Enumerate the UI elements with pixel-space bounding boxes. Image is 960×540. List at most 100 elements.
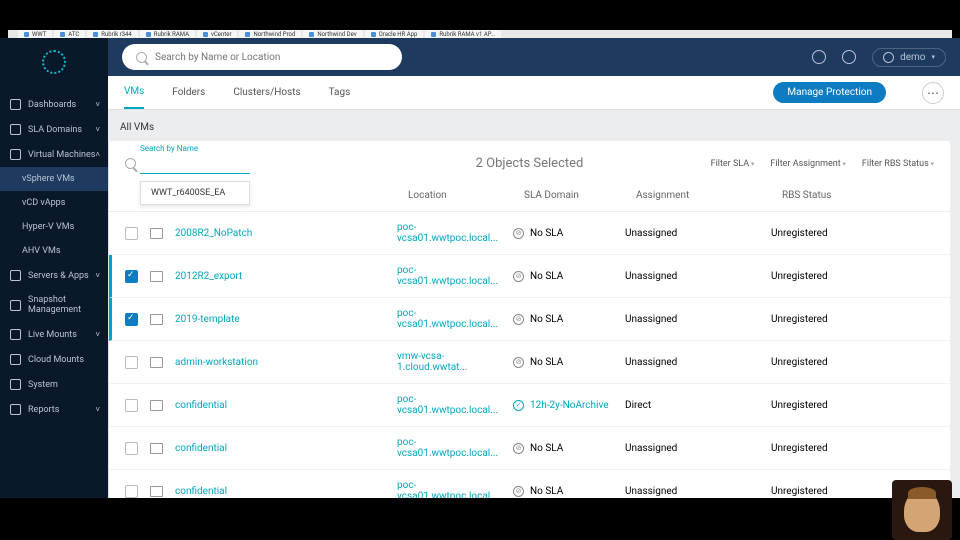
sla-status-icon: ⊘ — [513, 314, 524, 325]
nav-icon — [10, 404, 21, 415]
row-checkbox[interactable] — [125, 313, 138, 326]
row-checkbox[interactable] — [125, 227, 138, 240]
search-icon — [125, 158, 136, 169]
nav-sub-vcd-vapps[interactable]: vCD vApps — [0, 191, 108, 215]
nav-icon — [10, 270, 21, 281]
row-checkbox[interactable] — [125, 399, 138, 412]
location-link[interactable]: poc-vcsa01.wwtpoc.local... — [397, 394, 498, 416]
filter-filter-sla[interactable]: Filter SLA — [711, 159, 755, 169]
autocomplete-item[interactable]: WWT_r6400SE_EA — [140, 181, 250, 205]
row-checkbox[interactable] — [125, 442, 138, 455]
tab-folders[interactable]: Folders — [172, 77, 205, 108]
nav-icon — [10, 124, 21, 135]
sla-value[interactable]: 12h-2y-NoArchive — [530, 400, 609, 411]
vm-icon — [150, 271, 163, 282]
more-button[interactable]: ⋯ — [922, 82, 944, 104]
nav-sla-domains[interactable]: SLA Domains˅ — [0, 117, 108, 142]
user-menu[interactable]: demo ▾ — [872, 48, 946, 67]
tab-tags[interactable]: Tags — [329, 77, 351, 108]
chevron-down-icon: ˅ — [95, 405, 100, 414]
table-row: 2012R2_export poc-vcsa01.wwtpoc.local... ⊘… — [109, 255, 950, 298]
location-link[interactable]: poc-vcsa01.wwtpoc.local... — [397, 222, 498, 244]
col-sla: SLA Domain — [524, 190, 636, 203]
logo-icon — [42, 50, 66, 74]
rbs-value: Unregistered — [771, 228, 934, 239]
rbs-value: Unregistered — [771, 271, 934, 282]
nav-sub-hyper-v-vms[interactable]: Hyper-V VMs — [0, 215, 108, 239]
chevron-down-icon: ˅ — [95, 125, 100, 134]
sla-status-icon: ⊘ — [513, 443, 524, 454]
main: demo ▾ VMs Folders Clusters/Hosts Tags Manag… — [108, 38, 960, 498]
location-link[interactable]: poc-vcsa01.wwtpoc.local... — [397, 265, 498, 287]
name-search-input[interactable] — [140, 158, 250, 174]
vm-icon — [150, 400, 163, 411]
nav-virtual-machines[interactable]: Virtual Machines˄ — [0, 142, 108, 167]
chevron-down-icon: ˅ — [95, 330, 100, 339]
table-row: 2019-template poc-vcsa01.wwtpoc.local... ⊘… — [109, 298, 950, 341]
filter-filter-rbs-status[interactable]: Filter RBS Status — [862, 159, 934, 169]
tab-clustershosts[interactable]: Clusters/Hosts — [233, 77, 300, 108]
nav-live-mounts[interactable]: Live Mounts˅ — [0, 322, 108, 347]
table-row: confidential poc-vcsa01.wwtpoc.local... ⊘ N… — [109, 470, 950, 498]
location-link[interactable]: poc-vcsa01.wwtpoc.local... — [397, 480, 498, 498]
vm-icon — [150, 357, 163, 368]
vm-icon — [150, 486, 163, 497]
vm-name-link[interactable]: 2012R2_export — [175, 271, 242, 282]
filter-filter-assignment[interactable]: Filter Assignment — [770, 159, 846, 169]
tab-vms[interactable]: VMs — [124, 76, 144, 109]
assignment-value: Unassigned — [625, 228, 771, 239]
section-title: All VMs — [108, 120, 950, 141]
gear-icon[interactable] — [842, 50, 856, 64]
nav-sub-vsphere-vms[interactable]: vSphere VMs — [0, 167, 108, 191]
sla-status-icon: ⊘ — [513, 271, 524, 282]
assignment-value: Unassigned — [625, 271, 771, 282]
assignment-value: Unassigned — [625, 486, 771, 497]
global-search[interactable] — [122, 44, 402, 70]
filters: Filter SLA Filter Assignment Filter RBS St… — [711, 159, 934, 169]
chevron-down-icon: ˅ — [95, 271, 100, 280]
vm-name-link[interactable]: confidential — [175, 486, 227, 497]
webcam-overlay — [892, 480, 952, 540]
col-location: Location — [408, 190, 524, 203]
assignment-value: Unassigned — [625, 314, 771, 325]
table-row: admin-workstation vmw-vcsa-1.cloud.wwtat.… — [109, 341, 950, 384]
row-checkbox[interactable] — [125, 485, 138, 498]
vm-name-link[interactable]: confidential — [175, 400, 227, 411]
tabs-row: VMs Folders Clusters/Hosts Tags Manage Prote… — [108, 76, 960, 110]
nav-system[interactable]: System — [0, 372, 108, 397]
nav-reports[interactable]: Reports˅ — [0, 397, 108, 422]
location-link[interactable]: poc-vcsa01.wwtpoc.local... — [397, 437, 498, 459]
sidebar: Dashboards˅SLA Domains˅Virtual Machines˄… — [0, 38, 108, 498]
content: All VMs Search by Name WWT_r6400SE_EA 2 … — [108, 110, 960, 498]
vm-name-link[interactable]: 2019-template — [175, 314, 240, 325]
user-label: demo — [900, 52, 925, 63]
sla-status-icon: ⊘ — [513, 486, 524, 497]
globe-icon[interactable] — [812, 50, 826, 64]
location-link[interactable]: poc-vcsa01.wwtpoc.local... — [397, 308, 498, 330]
vm-table: Location SLA Domain Assignment RBS Statu… — [109, 180, 950, 498]
manage-protection-button[interactable]: Manage Protection — [773, 82, 886, 103]
row-checkbox[interactable] — [125, 356, 138, 369]
col-rbs: RBS Status — [782, 190, 934, 203]
nav-snapshot-management[interactable]: Snapshot Management — [0, 288, 108, 322]
browser-tabs: WWTATCRubrik r344Rubrik RAMAvCenterNorth… — [8, 30, 952, 38]
topbar-right: demo ▾ — [812, 48, 946, 67]
vm-name-link[interactable]: confidential — [175, 443, 227, 454]
table-row: 2008R2_NoPatch poc-vcsa01.wwtpoc.local...… — [109, 212, 950, 255]
chevron-up-icon: ˄ — [95, 150, 100, 159]
sla-value: No SLA — [530, 486, 563, 497]
selection-count: 2 Objects Selected — [476, 156, 584, 171]
global-search-input[interactable] — [155, 52, 388, 63]
vm-name-link[interactable]: 2008R2_NoPatch — [175, 228, 252, 239]
nav-servers-&-apps[interactable]: Servers & Apps˅ — [0, 263, 108, 288]
nav-sub-ahv-vms[interactable]: AHV VMs — [0, 239, 108, 263]
nav-dashboards[interactable]: Dashboards˅ — [0, 92, 108, 117]
nav-icon — [10, 379, 21, 390]
row-checkbox[interactable] — [125, 270, 138, 283]
logo — [0, 50, 108, 74]
chevron-down-icon: ˅ — [95, 100, 100, 109]
location-link[interactable]: vmw-vcsa-1.cloud.wwtat... — [397, 351, 467, 373]
nav-cloud-mounts[interactable]: Cloud Mounts — [0, 347, 108, 372]
vm-name-link[interactable]: admin-workstation — [175, 357, 258, 368]
assignment-value: Direct — [625, 400, 771, 411]
